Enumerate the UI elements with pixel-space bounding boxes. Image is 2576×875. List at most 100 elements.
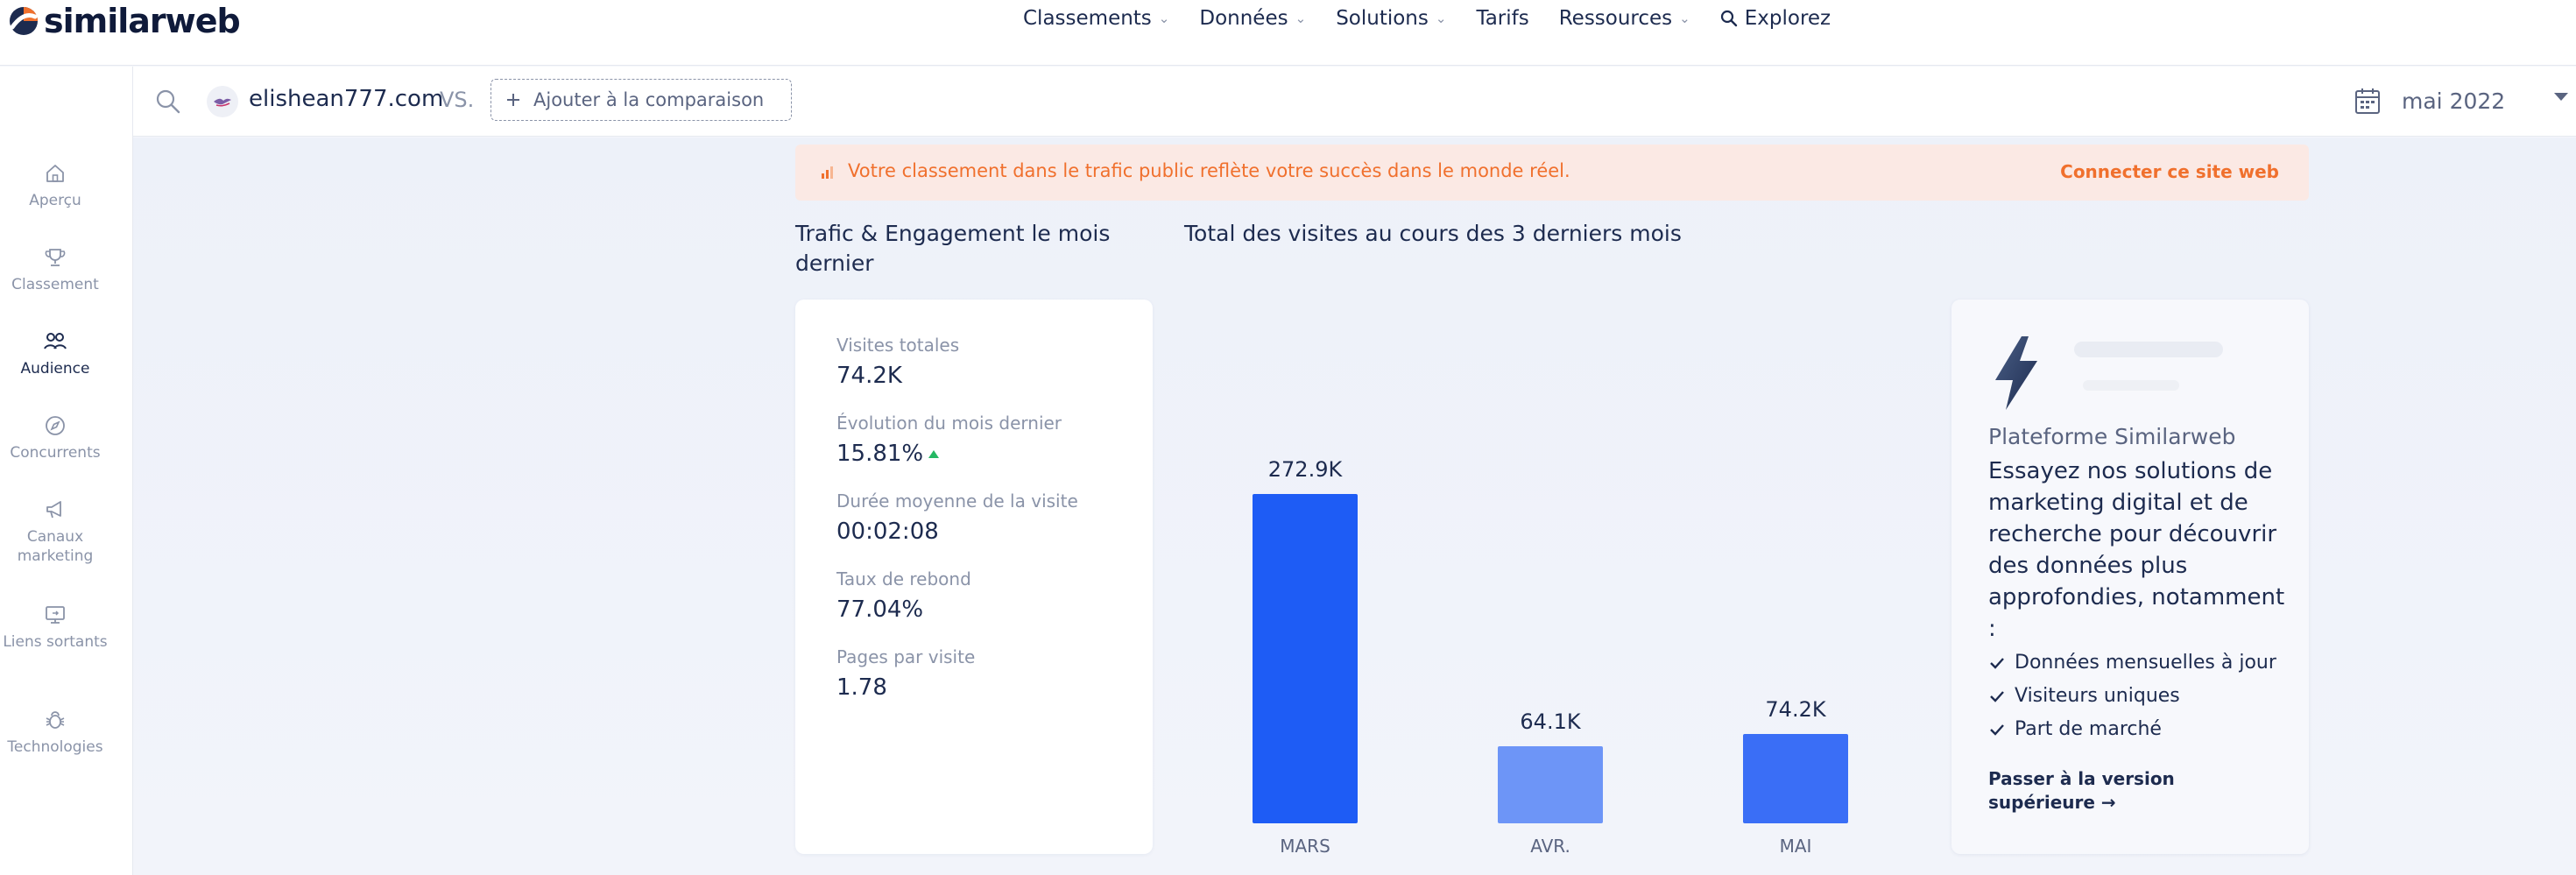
bar-signal-icon <box>822 166 833 179</box>
metric-label: Durée moyenne de la visite <box>836 490 1078 512</box>
promo-feature-list: Données mensuelles à jour Visiteurs uniq… <box>1988 652 2276 752</box>
caret-down-icon[interactable] <box>2554 93 2568 101</box>
list-item-label: Données mensuelles à jour <box>2015 652 2276 674</box>
bar-value-label: 74.2K <box>1765 697 1826 722</box>
site-domain[interactable]: elishean777.com <box>249 86 443 112</box>
megaphone-icon <box>46 501 61 519</box>
traffic-metrics-card: Visites totales 74.2K Évolution du mois … <box>795 300 1153 854</box>
metric-label: Visites totales <box>836 335 960 356</box>
add-comparison-label: Ajouter à la comparaison <box>533 89 765 110</box>
decorative-placeholder <box>2074 342 2223 357</box>
metric-monthly-change: Évolution du mois dernier 15.81% <box>836 413 1062 467</box>
search-icon <box>1720 10 1737 27</box>
check-icon <box>1990 657 2004 669</box>
banner-text: Votre classement dans le trafic public r… <box>848 160 1570 181</box>
site-favicon <box>207 86 238 117</box>
sidebar-item-label: Aperçu <box>29 192 81 209</box>
sidebar-item-technologies[interactable]: Technologies <box>0 708 110 757</box>
sidebar-item-label: Liens sortants <box>3 633 108 651</box>
bar-value-label: 64.1K <box>1520 709 1581 734</box>
metric-label: Évolution du mois dernier <box>836 413 1062 434</box>
bar-value-label: 272.9K <box>1267 457 1343 482</box>
sidebar-item-canaux-marketing[interactable]: Canaux marketing <box>0 497 110 566</box>
metric-value: 1.78 <box>836 674 975 701</box>
sidebar-item-concurrents[interactable]: Concurrents <box>0 413 110 462</box>
metric-label: Taux de rebond <box>836 568 971 589</box>
nav-classements[interactable]: Classements ⌄ <box>1023 7 1169 30</box>
site-search-bar: elishean777.com VS. Ajouter à la compara… <box>133 67 2576 137</box>
list-item-label: Part de marché <box>2015 718 2162 740</box>
logo-text: similarweb <box>44 2 241 40</box>
sidebar-item-label: Canaux marketing <box>17 528 94 565</box>
people-icon <box>44 333 67 349</box>
nav-tarifs[interactable]: Tarifs <box>1476 7 1528 30</box>
sidebar-item-classement[interactable]: Classement <box>0 245 110 294</box>
bug-icon <box>46 711 65 729</box>
check-icon <box>1990 723 2004 736</box>
decorative-placeholder <box>2083 380 2179 391</box>
bird-favicon-icon <box>214 98 231 107</box>
connect-site-banner: Votre classement dans le trafic public r… <box>795 145 2309 201</box>
sidebar-item-liens-sortants[interactable]: Liens sortants <box>0 603 110 652</box>
traffic-engagement-title: Trafic & Engagement le mois dernier <box>795 221 1111 276</box>
metric-total-visits: Visites totales 74.2K <box>836 335 959 389</box>
promo-subtitle: Plateforme Similarweb <box>1988 424 2236 449</box>
nav-label: Explorez <box>1744 7 1831 30</box>
metric-label: Pages par visite <box>836 646 976 667</box>
list-item: Visiteurs uniques <box>1988 685 2276 707</box>
sidebar-item-apercu[interactable]: Aperçu <box>0 161 110 210</box>
nav-label: Données <box>1199 7 1288 30</box>
x-axis-tick-label: AVR. <box>1530 836 1570 857</box>
chevron-down-icon: ⌄ <box>1295 11 1307 26</box>
metric-value: 00:02:08 <box>836 519 1078 545</box>
sidebar-item-label: Audience <box>20 360 90 378</box>
sidebar-item-label: Classement <box>11 276 99 293</box>
check-icon <box>1990 690 2004 702</box>
metric-value-text: 1.78 <box>836 674 887 701</box>
add-comparison-button[interactable]: Ajouter à la comparaison <box>490 79 792 121</box>
vs-label: VS. <box>440 88 475 112</box>
calendar-icon <box>2355 88 2380 114</box>
nav-label: Tarifs <box>1476 7 1529 30</box>
chart-bar[interactable] <box>1743 734 1848 823</box>
list-item: Données mensuelles à jour <box>1988 652 2276 674</box>
metric-bounce-rate: Taux de rebond 77.04% <box>836 568 971 623</box>
list-item-label: Visiteurs uniques <box>2015 685 2180 707</box>
chart-bar[interactable] <box>1498 746 1603 823</box>
chart-bar[interactable] <box>1253 494 1358 823</box>
lightning-bolt-icon <box>1995 336 2037 410</box>
chart-title: Total des visites au cours des 3 dernier… <box>1184 221 1682 246</box>
upgrade-link[interactable]: Passer à la version supérieure → <box>1988 767 2251 815</box>
metric-pages-per-visit: Pages par visite 1.78 <box>836 646 975 701</box>
metric-value-text: 15.81% <box>836 441 924 467</box>
nav-label: Classements <box>1023 7 1152 30</box>
nav-explorez[interactable]: Explorez <box>1720 7 1831 30</box>
x-axis-tick-label: MARS <box>1280 836 1330 857</box>
date-selector[interactable]: mai 2022 <box>2354 79 2565 123</box>
logo-icon <box>10 7 38 35</box>
metric-value-text: 77.04% <box>836 596 924 623</box>
chevron-down-icon: ⌄ <box>1435 11 1447 26</box>
nav-ressources[interactable]: Ressources ⌄ <box>1559 7 1690 30</box>
visits-bar-chart: 272.9K MARS 64.1K AVR. 74.2K MAI <box>1184 300 1885 862</box>
chevron-down-icon: ⌄ <box>1679 11 1690 26</box>
similarweb-logo[interactable]: similarweb <box>9 2 241 40</box>
nav-label: Ressources <box>1558 7 1673 30</box>
sidebar-item-audience[interactable]: Audience <box>0 329 110 378</box>
search-icon[interactable] <box>154 88 182 116</box>
nav-donnees[interactable]: Données ⌄ <box>1199 7 1306 30</box>
metric-value-text: 74.2K <box>836 363 902 389</box>
metric-value: 77.04% <box>836 596 971 623</box>
trend-up-icon <box>928 449 940 458</box>
sidebar: Aperçu Classement Audience Concurrents C… <box>0 67 133 875</box>
metric-value: 15.81% <box>836 441 1062 467</box>
metric-avg-duration: Durée moyenne de la visite 00:02:08 <box>836 490 1078 545</box>
chevron-down-icon: ⌄ <box>1158 11 1170 26</box>
metric-value-text: 00:02:08 <box>836 519 939 545</box>
nav-solutions[interactable]: Solutions ⌄ <box>1336 7 1446 30</box>
sidebar-item-label: Concurrents <box>10 444 101 462</box>
plus-icon <box>507 94 519 106</box>
metric-value: 74.2K <box>836 363 959 389</box>
home-icon <box>46 165 64 182</box>
connect-site-link[interactable]: Connecter ce site web <box>2060 161 2279 182</box>
